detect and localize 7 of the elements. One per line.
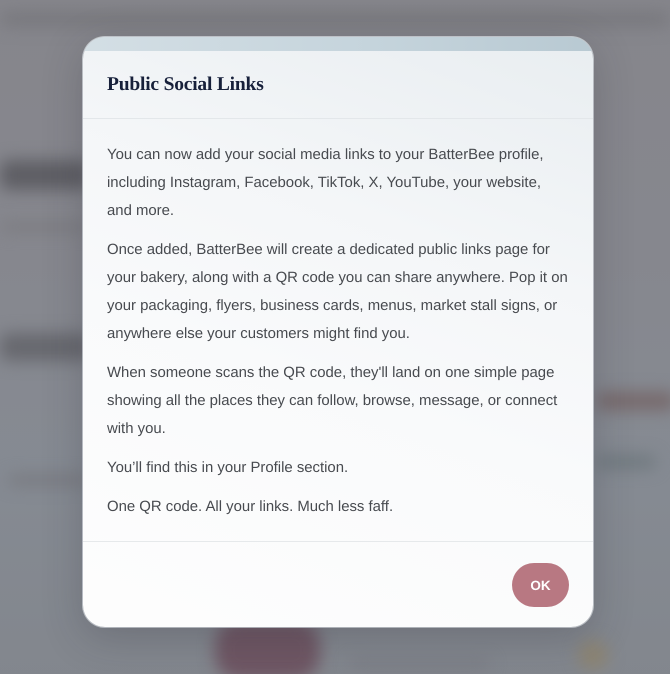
body-paragraph: One QR code. All your links. Much less faff.: [107, 498, 394, 517]
dialog-title: Public Social Links: [107, 74, 264, 96]
body-paragraph: You can now add your social media links to your BatterBee profile, including Instagram, Facebook, TikTok, X, YouTube, your website, and more.: [107, 146, 544, 221]
body-paragraph: You’ll find this in your Profile section.: [107, 459, 350, 478]
body-paragraph: Once added, BatterBee will create a dedicated public links page for your bakery, along with a QR code you can share anywhere. Pop it on your packaging, flyers, business cards, menus, market stall signs, or anywhere else your customers might find you.: [107, 241, 569, 344]
body-paragraph: When someone scans the QR code, they'll land on one simple page showing all the places they can follow, browse, message, or connect with you.: [107, 364, 558, 439]
ok-button[interactable]: OK: [512, 563, 569, 607]
